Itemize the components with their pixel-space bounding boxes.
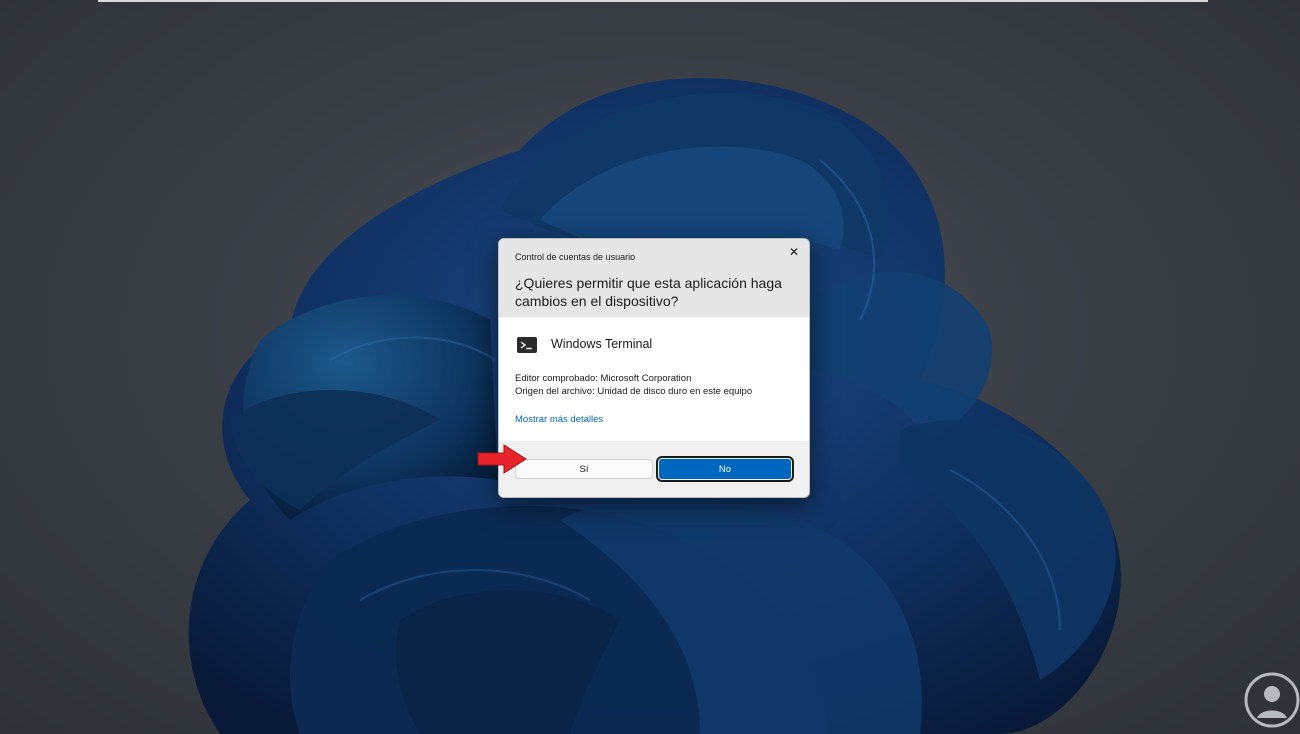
show-details-link[interactable]: Mostrar más detalles [515, 414, 603, 425]
uac-body: Windows Terminal Editor comprobado: Micr… [499, 317, 809, 441]
app-name: Windows Terminal [551, 337, 653, 351]
no-button[interactable]: No [656, 456, 794, 482]
dialog-caption: Control de cuentas de usuario [515, 252, 636, 262]
desktop: Control de cuentas de usuario ✕ ¿Quieres… [0, 0, 1300, 734]
publisher-line: Editor comprobado: Microsoft Corporation [515, 373, 692, 384]
solvetic-logo-icon [1244, 672, 1300, 728]
uac-header: Control de cuentas de usuario ✕ ¿Quieres… [499, 239, 809, 317]
red-arrow-icon [477, 444, 527, 474]
terminal-icon [517, 337, 537, 353]
yes-button[interactable]: Sí [515, 459, 653, 479]
origin-line: Origen del archivo: Unidad de disco duro… [515, 386, 753, 397]
close-icon[interactable]: ✕ [785, 243, 803, 261]
uac-dialog: Control de cuentas de usuario ✕ ¿Quieres… [498, 238, 810, 498]
uac-footer: Sí No [499, 441, 809, 497]
dialog-question: ¿Quieres permitir que esta aplicación ha… [515, 275, 782, 309]
